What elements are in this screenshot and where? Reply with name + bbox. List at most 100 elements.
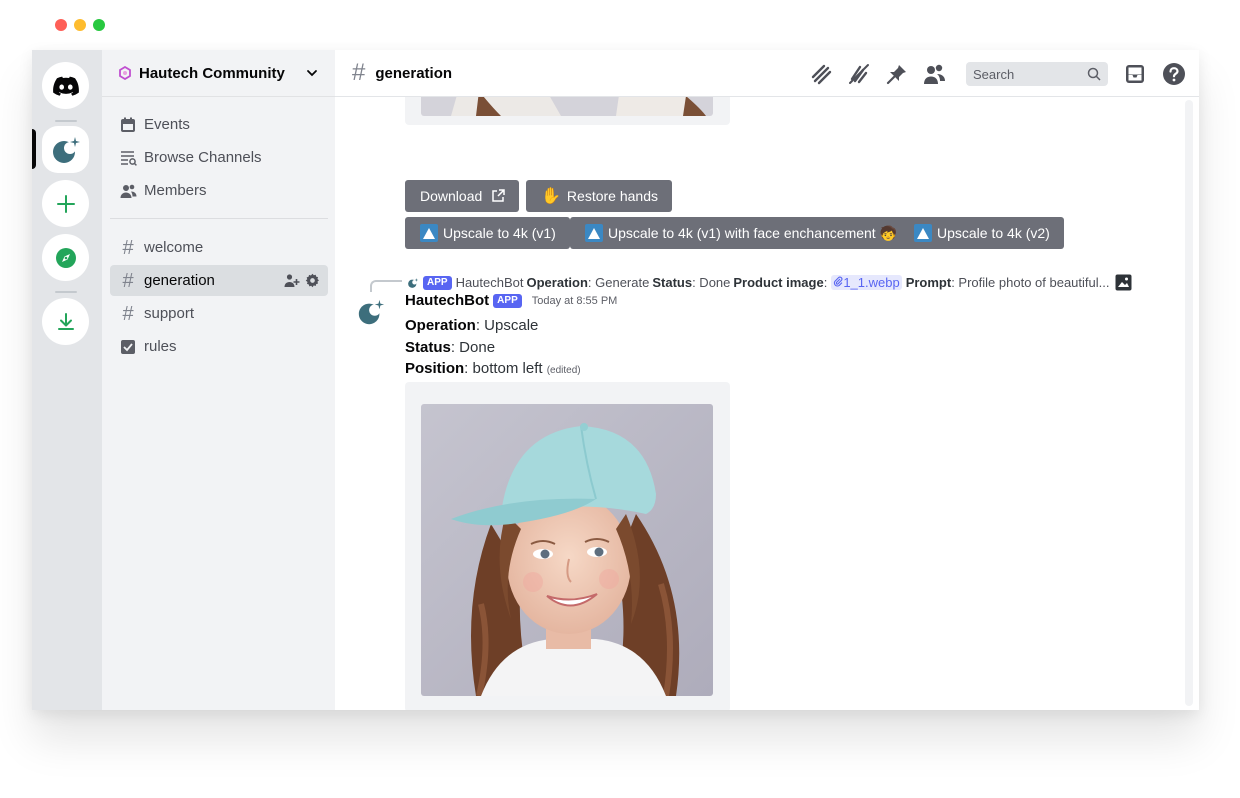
up-arrow-icon (420, 224, 438, 242)
restore-hands-button[interactable]: ✋ Restore hands (526, 180, 672, 212)
message-author[interactable]: HautechBot (405, 292, 489, 309)
position-value: : bottom left (464, 360, 543, 377)
upscale-v2-label: Upscale to 4k (v2) (937, 225, 1050, 241)
bot-avatar-small-icon (408, 277, 419, 288)
hautech-server-button[interactable] (42, 126, 89, 173)
sidebar-item-welcome[interactable]: # welcome (110, 232, 328, 263)
channel-actions (284, 273, 320, 288)
rules-icon (119, 338, 137, 356)
girl-in-cap-photo (421, 404, 713, 696)
status-value: : Done (450, 339, 496, 356)
search-input[interactable]: Search (966, 62, 1108, 86)
scrollbar[interactable] (1185, 100, 1193, 706)
image-attachment-icon (1115, 274, 1132, 291)
sidebar-item-label: Members (144, 182, 207, 199)
download-button[interactable]: Download (405, 180, 520, 212)
up-arrow-icon (585, 224, 603, 242)
message-position-line: Position: bottom left (edited) (405, 360, 581, 377)
attachment-filename: 1_1.webp (843, 275, 900, 290)
hash-icon: # (122, 269, 134, 292)
create-invite-icon[interactable] (284, 273, 300, 288)
reply-operation-value: : Generate (587, 275, 650, 290)
sidebar-item-label: Events (144, 116, 190, 133)
bot-avatar[interactable] (356, 297, 386, 327)
close-window-button[interactable] (55, 19, 67, 31)
hautech-server-icon (52, 136, 80, 163)
hash-icon: # (122, 302, 134, 325)
sidebar-item-support[interactable]: # support (110, 298, 328, 329)
message-list: Download ✋ Restore hands Upscale to 4k (… (335, 97, 1199, 710)
chevron-down-icon (307, 70, 317, 77)
sidebar-item-browse-channels[interactable]: Browse Channels (110, 142, 328, 173)
reply-connector (370, 280, 402, 292)
inbox-icon[interactable] (1123, 62, 1147, 86)
reply-operation-label: Operation (526, 275, 588, 290)
hash-icon: # (352, 59, 366, 86)
add-server-icon (56, 194, 75, 213)
gear-icon[interactable] (305, 273, 320, 288)
sidebar-item-events[interactable]: Events (110, 109, 328, 140)
sidebar-item-generation[interactable]: # generation (110, 265, 328, 296)
pin-icon[interactable] (885, 62, 909, 86)
generated-photo[interactable] (421, 404, 713, 696)
upscale-v2-button[interactable]: Upscale to 4k (v2) (899, 217, 1064, 249)
upscale-face-label: Upscale to 4k (v1) with face enchancemen… (608, 224, 898, 241)
search-icon (1087, 67, 1101, 81)
download-apps-button[interactable] (42, 298, 89, 345)
message-timestamp: Today at 8:55 PM (531, 294, 618, 307)
attachment-link[interactable]: 1_1.webp (831, 275, 902, 290)
sidebar-item-label: Browse Channels (144, 149, 262, 166)
status-label: Status (405, 339, 451, 356)
explore-icon (55, 247, 76, 268)
channel-header: # generation Search (335, 50, 1199, 97)
window-controls (55, 19, 105, 31)
explore-button[interactable] (42, 234, 89, 281)
help-icon[interactable] (1162, 62, 1186, 86)
operation-label: Operation (405, 317, 476, 334)
reply-product-label: Product image (733, 275, 824, 290)
maximize-window-button[interactable] (93, 19, 105, 31)
server-name: Hautech Community (139, 64, 285, 82)
sidebar-item-label: support (144, 305, 195, 322)
home-button[interactable] (42, 62, 89, 109)
operation-value: : Upscale (475, 317, 539, 334)
add-server-button[interactable] (42, 180, 89, 227)
upscale-v1-label: Upscale to 4k (v1) (443, 225, 556, 241)
upscale-v1-button[interactable]: Upscale to 4k (v1) (405, 217, 570, 249)
reply-status-label: Status (652, 275, 693, 290)
edited-marker: (edited) (546, 365, 581, 376)
channel-sidebar: Hautech Community Events Browse Channels… (102, 50, 335, 710)
raised-hand-icon: ✋ (541, 188, 561, 205)
search-placeholder: Search (973, 66, 1015, 82)
image-attachment[interactable] (405, 382, 730, 710)
external-link-icon (492, 189, 506, 202)
reply-prompt-value: : Profile photo of beautiful... (951, 275, 1110, 290)
chat-area: # generation Search Download ✋ Restore h… (335, 50, 1199, 710)
upscale-face-button[interactable]: Upscale to 4k (v1) with face enchancemen… (570, 217, 912, 249)
server-rail (32, 50, 102, 710)
app-badge: APP (423, 275, 452, 290)
reply-preview[interactable]: APP HautechBot Operation: Generate Statu… (407, 274, 1132, 291)
header-utility-actions (1123, 62, 1186, 86)
previous-generated-photo (421, 97, 713, 116)
active-server-indicator (32, 129, 36, 169)
reply-author[interactable]: HautechBot (456, 275, 524, 290)
message-status-line: Status: Done (405, 339, 495, 356)
server-header[interactable]: Hautech Community (102, 50, 335, 97)
reply-product-sep: : (823, 275, 828, 290)
reply-status-value: : Done (692, 275, 731, 290)
download-button-label: Download (420, 188, 483, 204)
message-header: HautechBot APP Today at 8:55 PM (405, 292, 617, 309)
previous-photo-image (421, 97, 713, 116)
member-list-icon[interactable] (923, 62, 947, 86)
notifications-muted-icon[interactable] (847, 62, 871, 86)
minimize-window-button[interactable] (74, 19, 86, 31)
browse-channels-icon (119, 149, 137, 167)
previous-image-attachment[interactable] (405, 97, 730, 125)
sidebar-item-label: generation (144, 272, 215, 289)
threads-icon[interactable] (809, 62, 833, 86)
reply-prompt-label: Prompt (905, 275, 952, 290)
sidebar-item-members[interactable]: Members (110, 175, 328, 206)
sidebar-item-rules[interactable]: rules (110, 331, 328, 362)
restore-hands-label: Restore hands (566, 188, 658, 204)
